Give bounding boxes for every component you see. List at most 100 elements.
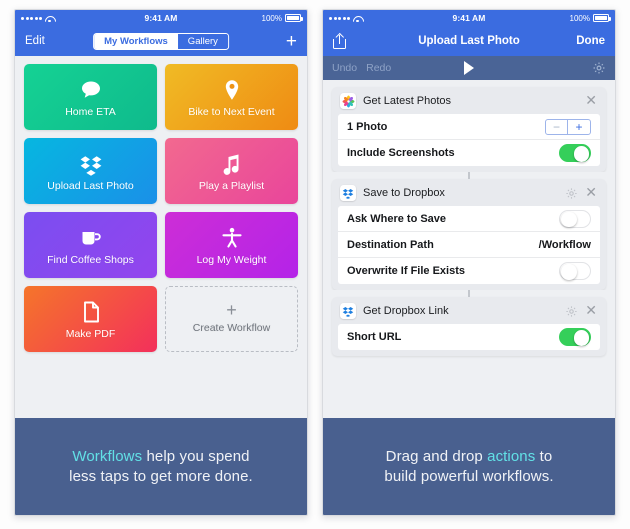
- page-title: Upload Last Photo: [418, 35, 520, 47]
- speech-bubble-icon: [78, 77, 104, 103]
- editor-toolbar: Undo Redo: [323, 56, 615, 80]
- parameter-row-photo-count[interactable]: 1 Photo − +: [338, 114, 600, 140]
- stepper-plus-button[interactable]: +: [568, 120, 590, 134]
- tab-my-workflows[interactable]: My Workflows: [94, 33, 178, 49]
- toggle-overwrite-if-file-exists[interactable]: [559, 262, 591, 280]
- card-header: Get Dropbox Link ✕: [332, 297, 606, 324]
- caption-highlight: Workflows: [72, 448, 143, 465]
- caption-line-1: Drag and drop actions to: [386, 448, 553, 465]
- status-bar-right-group: 100%: [569, 13, 611, 23]
- gear-icon[interactable]: [592, 61, 606, 75]
- workflow-tile-log-my-weight[interactable]: Log My Weight: [165, 212, 298, 278]
- segmented-control[interactable]: My Workflows Gallery: [93, 32, 229, 50]
- tile-label: Home ETA: [65, 105, 116, 118]
- left-nav-bar: Edit My Workflows Gallery +: [15, 26, 307, 56]
- map-pin-icon: [219, 77, 245, 103]
- close-icon[interactable]: ✕: [585, 185, 597, 199]
- tile-label: Upload Last Photo: [47, 179, 134, 192]
- caption-line-1: Workflows help you spend: [72, 448, 249, 465]
- parameter-label: Overwrite If File Exists: [347, 265, 465, 277]
- workflow-tile-upload-last-photo[interactable]: Upload Last Photo: [24, 138, 157, 204]
- close-icon[interactable]: ✕: [585, 303, 597, 317]
- action-card-get-dropbox-link[interactable]: Get Dropbox Link ✕ Short URL: [332, 297, 606, 356]
- workflow-tile-make-pdf[interactable]: Make PDF: [24, 286, 157, 352]
- undo-button[interactable]: Undo: [332, 62, 357, 74]
- parameter-label: Ask Where to Save: [347, 212, 447, 225]
- card-header: Save to Dropbox ✕: [332, 179, 606, 206]
- battery-percent: 100%: [261, 13, 282, 23]
- workflow-tile-home-eta[interactable]: Home ETA: [24, 64, 157, 130]
- workflow-tile-find-coffee-shops[interactable]: Find Coffee Shops: [24, 212, 157, 278]
- card-connector: [332, 172, 606, 179]
- caption-line-2: build powerful workflows.: [384, 468, 554, 485]
- stepper-minus-button[interactable]: −: [546, 119, 568, 134]
- parameter-row-short-url[interactable]: Short URL: [338, 324, 600, 350]
- status-bar-right-group: 100%: [261, 13, 303, 23]
- right-nav-bar: Upload Last Photo Done: [323, 26, 615, 56]
- toggle-ask-where-to-save[interactable]: [559, 209, 591, 228]
- music-note-icon: [219, 151, 245, 177]
- dropbox-icon: [340, 303, 356, 319]
- create-workflow-tile[interactable]: + Create Workflow: [165, 286, 298, 352]
- done-button[interactable]: Done: [576, 35, 605, 47]
- card-title: Get Dropbox Link: [363, 305, 449, 317]
- tile-label: Play a Playlist: [198, 179, 265, 192]
- left-phone-screenshot: 9:41 AM 100% Edit My Workflows Gallery +…: [14, 9, 308, 516]
- toggle-short-url[interactable]: [559, 328, 591, 346]
- screenshot-stage: 9:41 AM 100% Edit My Workflows Gallery +…: [0, 0, 630, 529]
- status-bar-left: 9:41 AM 100%: [15, 10, 307, 26]
- photos-icon: [340, 93, 356, 109]
- card-title: Save to Dropbox: [363, 187, 445, 199]
- parameter-row-include-screenshots[interactable]: Include Screenshots: [338, 140, 600, 166]
- close-icon[interactable]: ✕: [585, 93, 597, 107]
- card-connector: [332, 290, 606, 297]
- card-body: 1 Photo − + Include Screenshots: [338, 114, 600, 166]
- card-title: Get Latest Photos: [363, 95, 452, 107]
- parameter-label: 1 Photo: [347, 120, 388, 133]
- parameter-row-destination-path[interactable]: Destination Path /Workflow: [338, 232, 600, 258]
- tab-gallery[interactable]: Gallery: [177, 33, 228, 49]
- workflow-grid: Home ETA Bike to Next Event Upload Last …: [15, 56, 307, 352]
- parameter-row-overwrite-if-file-exists[interactable]: Overwrite If File Exists: [338, 258, 600, 284]
- parameter-label: Short URL: [347, 331, 402, 343]
- parameter-label: Destination Path: [347, 238, 434, 251]
- caption-rest: help you spend: [142, 448, 250, 465]
- workflow-tile-play-a-playlist[interactable]: Play a Playlist: [165, 138, 298, 204]
- caption-line-2: less taps to get more done.: [69, 468, 253, 485]
- gear-icon[interactable]: [565, 305, 578, 318]
- tile-label: Make PDF: [65, 327, 116, 340]
- redo-button[interactable]: Redo: [366, 62, 391, 74]
- parameter-label: Include Screenshots: [347, 147, 455, 159]
- toggle-include-screenshots[interactable]: [559, 144, 591, 162]
- quantity-stepper[interactable]: − +: [545, 118, 591, 135]
- tile-label: Log My Weight: [196, 253, 267, 266]
- action-card-save-to-dropbox[interactable]: Save to Dropbox ✕ Ask Where to Save Dest…: [332, 179, 606, 290]
- caption-pre: Drag and drop: [385, 448, 488, 465]
- battery-percent: 100%: [569, 13, 590, 23]
- battery-icon: [593, 14, 611, 22]
- person-icon: [219, 225, 245, 251]
- edit-button[interactable]: Edit: [25, 35, 45, 47]
- right-caption-band: Drag and drop actions to build powerful …: [323, 418, 615, 515]
- card-header: Get Latest Photos ✕: [332, 87, 606, 114]
- action-card-get-latest-photos[interactable]: Get Latest Photos ✕ 1 Photo − + Include …: [332, 87, 606, 172]
- plus-icon[interactable]: +: [286, 32, 297, 51]
- gear-icon[interactable]: [565, 187, 578, 200]
- share-icon[interactable]: [333, 32, 346, 49]
- parameter-row-ask-where-to-save[interactable]: Ask Where to Save: [338, 206, 600, 232]
- caption-highlight: actions: [487, 448, 536, 465]
- caption-post: to: [535, 448, 553, 465]
- battery-icon: [285, 14, 303, 22]
- destination-path-value[interactable]: /Workflow: [539, 239, 591, 251]
- plus-icon: +: [226, 300, 237, 321]
- document-icon: [78, 299, 104, 325]
- dropbox-icon: [340, 185, 356, 201]
- play-icon[interactable]: [464, 61, 474, 75]
- card-body: Ask Where to Save Destination Path /Work…: [338, 206, 600, 284]
- left-caption-band: Workflows help you spend less taps to ge…: [15, 418, 307, 515]
- dropbox-icon: [78, 151, 104, 177]
- tile-label: Create Workflow: [192, 321, 271, 334]
- tile-label: Bike to Next Event: [188, 105, 275, 118]
- status-bar-right: 9:41 AM 100%: [323, 10, 615, 26]
- workflow-tile-bike-to-next-event[interactable]: Bike to Next Event: [165, 64, 298, 130]
